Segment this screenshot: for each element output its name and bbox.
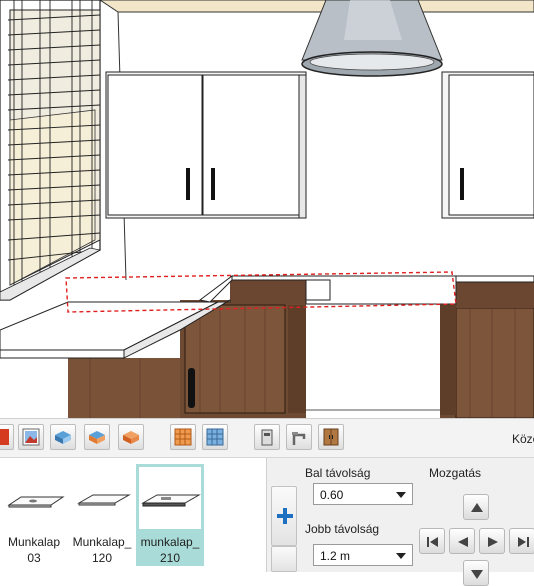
properties-panel: Bal távolság 0.60 Jobb távolság 1.2 m Mo…	[266, 458, 534, 586]
grid-blue-icon	[206, 428, 224, 446]
right-distance-value: 1.2 m	[320, 549, 351, 563]
picture-icon	[22, 428, 40, 446]
plus-icon	[277, 508, 293, 524]
left-distance-label: Bal távolság	[305, 466, 371, 480]
worktop-gallery: Munkalap 03 Munkalap_ 120 munkalap_ 210	[0, 458, 266, 572]
gallery-item-label: Munkalap 03	[7, 535, 61, 565]
surface-blue-button[interactable]	[50, 424, 76, 450]
pendant-lamp	[301, 0, 443, 77]
surface-orange-icon	[123, 431, 139, 444]
worktop-thumbnail	[139, 467, 201, 529]
picture-button[interactable]	[18, 424, 44, 450]
right-distance-field[interactable]: 1.2 m	[313, 544, 413, 566]
right-distance-label: Jobb távolság	[305, 522, 380, 536]
left-distance-field[interactable]: 0.60	[313, 483, 413, 505]
gallery-item-label: Munkalap_ 120	[72, 535, 132, 565]
gallery-item-selected[interactable]: munkalap_ 210	[136, 464, 204, 566]
arrow-left-icon	[458, 537, 468, 547]
arrow-up-icon	[471, 503, 483, 512]
move-down-button[interactable]	[463, 560, 489, 586]
gallery-item[interactable]: Munkalap 03	[0, 464, 68, 566]
worktop-thumbnail	[3, 467, 65, 529]
kitchen-scene	[0, 0, 534, 418]
arrow-right-icon	[488, 537, 498, 547]
3d-viewport[interactable]	[0, 0, 534, 418]
object-toolbar: Közé	[0, 418, 534, 458]
red-tool-button[interactable]	[0, 424, 14, 450]
faucet-icon	[292, 432, 306, 445]
gallery-item-label: munkalap_ 210	[140, 535, 200, 565]
move-right-button[interactable]	[479, 528, 505, 554]
grid-orange-button[interactable]	[170, 424, 196, 450]
appliance-icon	[261, 429, 273, 446]
secondary-button[interactable]	[271, 546, 297, 572]
window	[0, 0, 102, 301]
chevron-down-icon[interactable]	[396, 492, 406, 498]
cabinet-button[interactable]	[318, 424, 344, 450]
surface-blue-icon	[55, 431, 71, 444]
arrow-down-icon	[471, 570, 483, 579]
surface-orange-button[interactable]	[118, 424, 144, 450]
chevron-down-icon[interactable]	[396, 553, 406, 559]
left-distance-value: 0.60	[320, 488, 344, 502]
move-last-button[interactable]	[509, 528, 534, 554]
move-label: Mozgatás	[429, 466, 482, 480]
appliance-button[interactable]	[254, 424, 280, 450]
red-tool-icon	[0, 429, 9, 445]
grid-orange-icon	[174, 428, 192, 446]
move-left-button[interactable]	[449, 528, 475, 554]
gallery-item[interactable]: Munkalap_ 120	[68, 464, 136, 566]
skip-left-icon	[427, 537, 438, 547]
worktop-thumbnail	[71, 467, 133, 529]
surface-blue-orange-button[interactable]	[84, 424, 110, 450]
add-button[interactable]	[271, 486, 297, 546]
cabinet-icon	[323, 428, 339, 446]
skip-right-icon	[518, 537, 529, 547]
toolbar-label: Közé	[512, 432, 534, 446]
move-up-button[interactable]	[463, 494, 489, 520]
faucet-button[interactable]	[286, 424, 312, 450]
surface-blue-orange-icon	[89, 431, 105, 444]
move-first-button[interactable]	[419, 528, 445, 554]
grid-blue-button[interactable]	[202, 424, 228, 450]
